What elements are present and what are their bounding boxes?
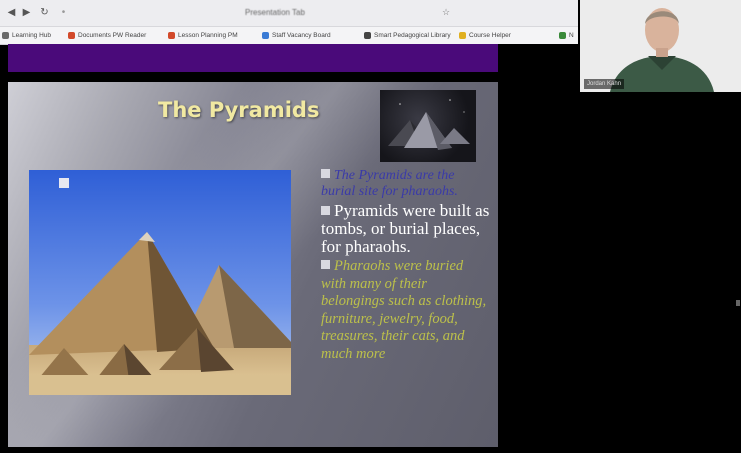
bookmark-item[interactable]: Course Helper [459,30,543,41]
bookmark-favicon-icon [364,31,371,39]
forward-icon[interactable]: ▶ [21,7,32,18]
bullet-text: Pyramids were built as tombs, or burial … [321,201,490,256]
webcam-video-tile[interactable]: Jordan Kahn [580,0,741,92]
browser-window: ◀ ▶ ↻ • Presentation Tab ☆ Learning Hub … [0,0,578,45]
bookmark-label: Staff Vacancy Board [272,32,331,39]
bookmark-label: Smart Pedagogical Library [374,32,451,39]
bookmark-favicon-icon [2,31,9,39]
bookmark-label: Lesson Planning PM [178,32,238,39]
bullet-marker [321,260,330,269]
bookmark-favicon-icon [559,31,566,39]
bullet-list: The Pyramids are the burial site for pha… [321,168,491,363]
pyramid-thumbnail-image [380,90,476,162]
bullet-marker [321,169,330,178]
page-title[interactable]: Presentation Tab [200,8,350,20]
home-icon[interactable]: • [58,7,69,18]
bookmark-item[interactable]: N [559,30,577,41]
pyramids-photo [29,170,291,395]
bookmark-favicon-icon [168,31,175,39]
bookmark-favicon-icon [459,31,466,39]
bookmark-favicon-icon [68,31,75,39]
bookmark-label: N [569,32,574,39]
bookmark-item[interactable]: Lesson Planning PM [168,30,256,41]
bookmarks-bar: Learning Hub Documents PW Reader Lesson … [0,27,578,45]
bookmark-item[interactable]: Smart Pedagogical Library [364,30,456,41]
bullet-item: The Pyramids are the burial site for pha… [321,168,491,200]
bullet-item: Pharaohs were buried with many of their … [321,258,491,363]
slide-title: The Pyramids [158,98,320,122]
bookmark-item[interactable]: Staff Vacancy Board [262,30,358,41]
bullet-text: Pharaohs were buried with many of their … [321,258,487,362]
bookmark-label: Course Helper [469,32,511,39]
browser-toolbar: ◀ ▶ ↻ • Presentation Tab ☆ [0,0,578,27]
bookmark-star-icon[interactable]: ☆ [442,7,450,18]
refresh-icon[interactable]: ↻ [39,7,50,18]
bullet-item: Pyramids were built as tombs, or burial … [321,202,491,256]
bookmark-item[interactable]: Documents PW Reader [68,30,160,41]
bookmark-label: Documents PW Reader [78,32,147,39]
bookmark-item[interactable]: Learning Hub [2,30,64,41]
bullet-text: The Pyramids are the burial site for pha… [321,168,458,199]
presentation-slide: The Pyramids The Pyramids are the burial… [8,82,498,447]
bullet-marker [59,178,69,188]
scroll-indicator[interactable] [736,300,740,306]
participant-name: Jordan Kahn [584,79,625,89]
bookmark-label: Learning Hub [12,32,52,39]
empty-area [498,44,741,453]
slide-header-bar [8,44,498,72]
bookmark-favicon-icon [262,31,269,39]
back-icon[interactable]: ◀ [6,7,17,18]
bullet-marker [321,206,330,215]
